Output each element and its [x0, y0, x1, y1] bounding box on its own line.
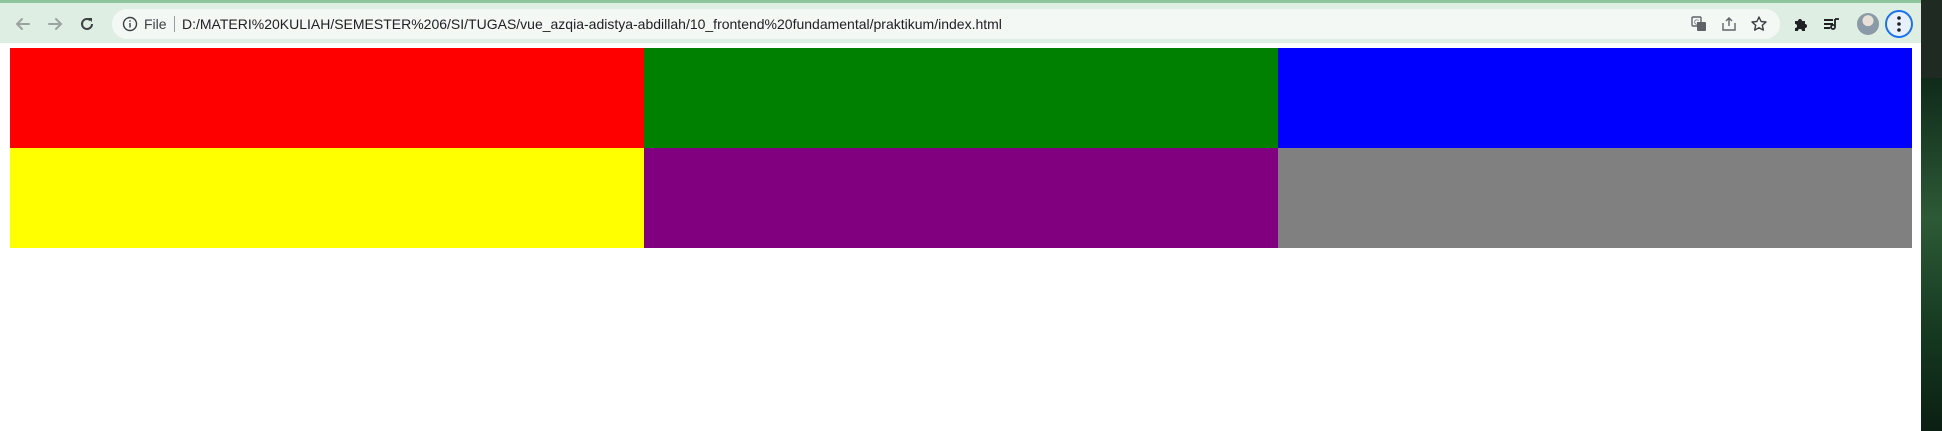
info-icon[interactable]	[122, 16, 138, 32]
browser-window: File D:/MATERI%20KULIAH/SEMESTER%206/SI/…	[0, 0, 1921, 431]
forward-arrow-icon	[48, 18, 63, 30]
omnibox-divider	[174, 16, 175, 32]
box-red	[10, 48, 644, 148]
reload-icon	[81, 17, 93, 30]
forward-button[interactable]	[40, 9, 70, 39]
page-content	[0, 43, 1921, 431]
star-icon[interactable]	[1750, 15, 1768, 33]
url-text[interactable]: D:/MATERI%20KULIAH/SEMESTER%206/SI/TUGAS…	[182, 16, 1002, 32]
scheme-label: File	[144, 16, 167, 32]
box-purple	[644, 148, 1278, 248]
puzzle-icon[interactable]	[1791, 14, 1811, 34]
svg-text:G: G	[1694, 20, 1699, 27]
reload-button[interactable]	[72, 9, 102, 39]
back-arrow-icon	[15, 18, 30, 30]
box-gray	[1278, 148, 1912, 248]
box-green	[644, 48, 1278, 148]
avatar[interactable]	[1857, 13, 1879, 35]
back-button[interactable]	[8, 9, 38, 39]
kebab-menu-icon	[1897, 16, 1901, 32]
share-icon[interactable]	[1720, 15, 1738, 33]
address-bar[interactable]: File D:/MATERI%20KULIAH/SEMESTER%206/SI/…	[112, 9, 1780, 39]
box-blue	[1278, 48, 1912, 148]
browser-menu-button[interactable]	[1885, 10, 1913, 38]
reading-list-icon[interactable]	[1821, 14, 1841, 34]
box-yellow	[10, 148, 644, 248]
desktop-wallpaper-strip	[1921, 78, 1942, 431]
color-grid	[10, 48, 1912, 248]
browser-toolbar: File D:/MATERI%20KULIAH/SEMESTER%206/SI/…	[0, 0, 1921, 43]
translate-icon[interactable]: G	[1690, 15, 1708, 33]
